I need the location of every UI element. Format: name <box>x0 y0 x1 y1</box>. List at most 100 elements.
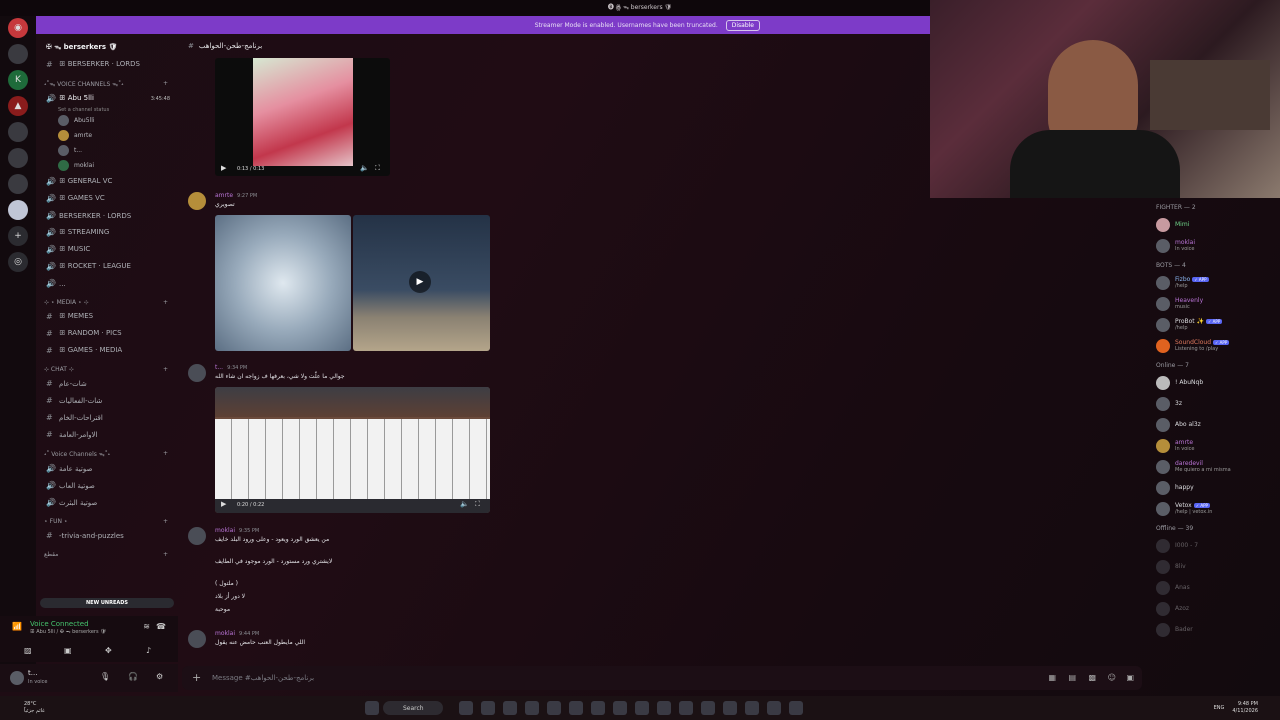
category-fun[interactable]: ⋆ FUN ⋆ + <box>36 511 178 527</box>
member-item[interactable]: Vetox ✓ APP/help | vetox.in <box>1148 498 1280 519</box>
member-item[interactable]: Fizbo ✓ APP/help <box>1148 272 1280 293</box>
member-item[interactable]: Azoz <box>1148 598 1280 619</box>
member-item[interactable]: I000 - 7 <box>1148 535 1280 556</box>
avatar[interactable] <box>188 630 206 648</box>
voice-channel[interactable]: 🔊 صوتية العاب <box>36 477 178 494</box>
taskbar-search[interactable]: Search <box>383 701 443 715</box>
discord-home-icon[interactable]: ◉ <box>8 18 28 38</box>
app-icon[interactable] <box>723 701 737 715</box>
category-voice-2[interactable]: ˖˚ Voice Channels ᯓ˚˖ + <box>36 443 178 460</box>
discord-app-icon[interactable] <box>701 701 715 715</box>
settings-gear-icon[interactable]: ⚙ <box>156 672 163 681</box>
noise-suppression-icon[interactable]: ≋ <box>143 622 150 631</box>
voice-user[interactable]: amrte <box>36 128 178 143</box>
text-channel[interactable]: # شات-الفعاليات <box>36 392 178 409</box>
new-unreads-pill[interactable]: NEW UNREADS <box>40 598 174 608</box>
channel-item[interactable]: # ꕥ BERSERKER · LORDS <box>36 56 178 73</box>
text-channel[interactable]: # اقتراحات-الخام <box>36 409 178 426</box>
plus-icon[interactable]: + <box>163 551 168 558</box>
member-item[interactable]: Bader <box>1148 619 1280 640</box>
active-voice-channel[interactable]: 🔊 ꕥ Abu 5lli 3:45:48 <box>36 90 178 107</box>
category-misc[interactable]: مقطع + <box>36 544 178 560</box>
category-chat[interactable]: ⊹ CHAT ⊹ + <box>36 359 178 375</box>
server-icon[interactable] <box>8 200 28 220</box>
app-icon[interactable] <box>503 701 517 715</box>
server-name[interactable]: ✠ ᯓ berserkers 🛡 <box>36 38 178 56</box>
server-icon[interactable] <box>8 174 28 194</box>
app-icon[interactable] <box>525 701 539 715</box>
text-channel[interactable]: # -trivia-and-puzzles <box>36 527 178 544</box>
member-item[interactable]: Abo al3z <box>1148 414 1280 435</box>
member-item[interactable]: Heavenly music <box>1148 293 1280 314</box>
weather-widget[interactable]: 28°C غائم جزئياً <box>0 701 60 715</box>
server-icon[interactable]: K <box>8 70 28 90</box>
image-attachment[interactable] <box>215 215 351 351</box>
app-icon[interactable] <box>613 701 627 715</box>
app-icon[interactable] <box>767 701 781 715</box>
signal-icon[interactable]: 📶 <box>12 622 22 631</box>
app-icon[interactable] <box>789 701 803 715</box>
server-icon[interactable]: ▲ <box>8 96 28 116</box>
voice-channel[interactable]: 🔊 صوتية عامة <box>36 460 178 477</box>
app-icon[interactable] <box>657 701 671 715</box>
voice-channel[interactable]: 🔊... <box>36 275 178 292</box>
plus-icon[interactable]: + <box>163 518 168 525</box>
voice-channel[interactable]: 🔊 ꕥ ROCKET · LEAGUE <box>36 258 178 275</box>
voice-channel[interactable]: 🔊 ꕥ GAMES VC <box>36 190 178 207</box>
fullscreen-icon[interactable]: ⛶ <box>375 164 380 173</box>
voice-status[interactable]: Voice Connected <box>30 620 89 628</box>
plus-icon[interactable]: + <box>163 80 168 88</box>
text-channel[interactable]: # ꕥ GAMES · MEDIA <box>36 342 178 359</box>
play-icon[interactable]: ▶ <box>221 500 226 508</box>
voice-channel[interactable]: 🔊 BERSERKER · LORDS <box>36 207 178 224</box>
volume-icon[interactable]: 🔈 <box>360 164 369 172</box>
soundboard-icon[interactable]: ♪ <box>146 646 151 655</box>
app-icon[interactable] <box>635 701 649 715</box>
discover-icon[interactable]: ◎ <box>8 252 28 272</box>
camera-off-icon[interactable]: ▨ <box>24 646 32 655</box>
member-item[interactable]: ProBot ✨ ✓ APP/help <box>1148 314 1280 335</box>
message-author[interactable]: t... 9:34 PM <box>215 364 247 371</box>
play-icon[interactable]: ▶ <box>221 164 226 172</box>
text-channel[interactable]: # ꕥ RANDOM · PICS <box>36 325 178 342</box>
disconnect-icon[interactable]: ☎ <box>156 622 166 631</box>
member-item[interactable]: Anas <box>1148 577 1280 598</box>
app-icon[interactable] <box>481 701 495 715</box>
voice-channel[interactable]: 🔊 ꕥ STREAMING <box>36 224 178 241</box>
gift-icon[interactable]: ▦ <box>1048 673 1056 682</box>
windows-start-icon[interactable] <box>365 701 379 715</box>
app-icon[interactable] <box>679 701 693 715</box>
activities-icon[interactable]: ✥ <box>105 646 112 655</box>
apps-icon[interactable]: ▣ <box>1126 673 1134 682</box>
member-item[interactable]: happy <box>1148 477 1280 498</box>
server-icon[interactable] <box>8 148 28 168</box>
message-author[interactable]: moklai 9:35 PM <box>215 527 259 534</box>
server-icon[interactable] <box>8 44 28 64</box>
app-icon[interactable] <box>745 701 759 715</box>
screen-share-icon[interactable]: ▣ <box>64 646 72 655</box>
member-item[interactable]: SoundCloud ✓ APP Listening to /play <box>1148 335 1280 356</box>
avatar[interactable] <box>188 527 206 545</box>
voice-user[interactable]: moklai <box>36 158 178 173</box>
disable-button[interactable]: Disable <box>725 19 760 31</box>
avatar[interactable] <box>188 192 206 210</box>
server-icon[interactable] <box>8 122 28 142</box>
headphones-icon[interactable]: 🎧 <box>128 672 138 681</box>
microphone-icon[interactable]: 🎙 <box>100 672 110 681</box>
volume-icon[interactable]: 🔈 <box>460 500 469 508</box>
voice-user[interactable]: t... <box>36 143 178 158</box>
language-indicator[interactable]: ENG <box>1214 705 1225 711</box>
category-voice[interactable]: ˖˚ᯓ VOICE CHANNELS ᯓ˚˖ + <box>36 73 178 90</box>
gif-icon[interactable]: ▤ <box>1068 673 1076 682</box>
text-channel[interactable]: # الاوامر-العامة <box>36 426 178 443</box>
member-item[interactable]: amrte In voice <box>1148 435 1280 456</box>
video-attachment[interactable]: ▶ 0:20 / 0:22 🔈 ⛶ <box>215 387 490 513</box>
voice-channel[interactable]: 🔊 صوتية البثرث <box>36 494 178 511</box>
add-attachment-icon[interactable]: + <box>192 671 201 684</box>
voice-user[interactable]: Abu5lli <box>36 113 178 128</box>
plus-icon[interactable]: + <box>163 299 168 306</box>
plus-icon[interactable]: + <box>163 450 168 458</box>
member-item[interactable]: moklai In voice <box>1148 235 1280 256</box>
message-author[interactable]: moklai 9:44 PM <box>215 630 259 637</box>
member-item[interactable]: 8liv <box>1148 556 1280 577</box>
